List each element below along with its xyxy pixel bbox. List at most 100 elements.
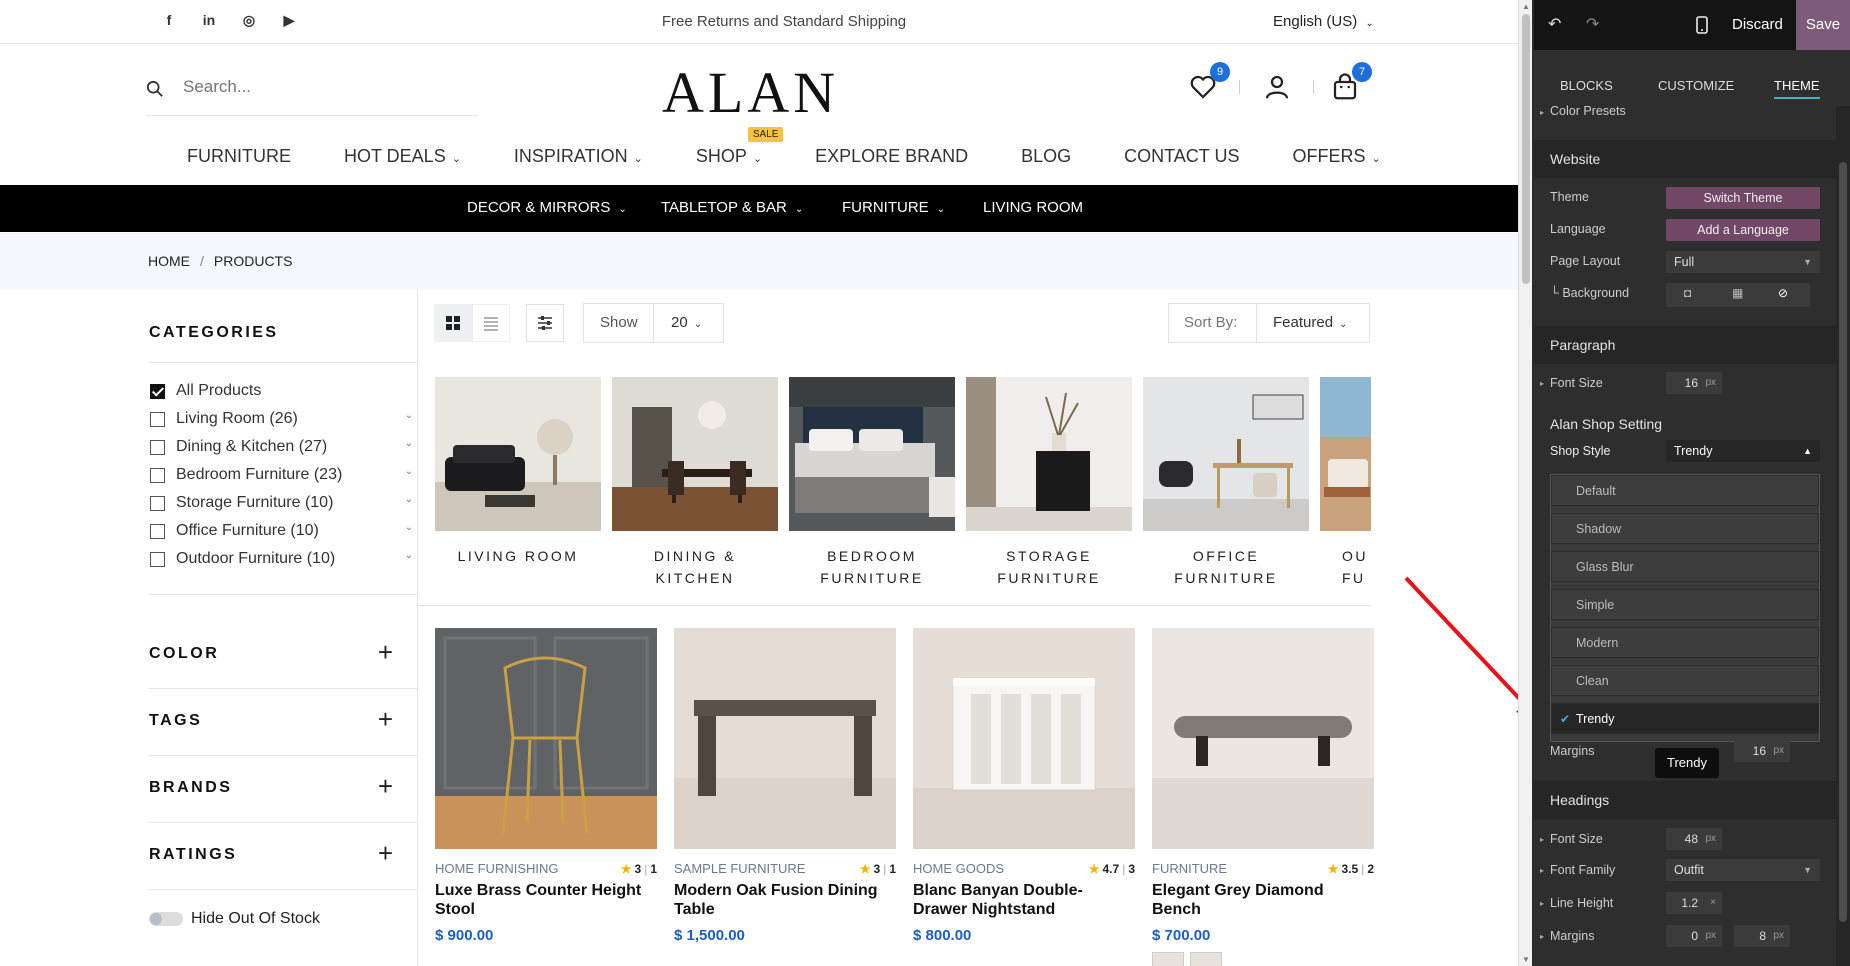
category-tile-office-furniture[interactable]: OFFICE FURNITURE bbox=[1143, 377, 1309, 589]
discard-button[interactable]: Discard bbox=[1732, 16, 1783, 33]
subnav-decor-mirrors[interactable]: DECOR & MIRRORS ⌄ bbox=[467, 199, 627, 216]
chevron-down-icon[interactable]: ⌄ bbox=[405, 494, 413, 505]
headings-margin-bottom-input[interactable]: 8 px bbox=[1734, 925, 1790, 947]
product-image[interactable] bbox=[1152, 628, 1374, 849]
option-trendy[interactable]: ✔ Trendy bbox=[1551, 703, 1819, 734]
tab-customize[interactable]: CUSTOMIZE bbox=[1658, 78, 1734, 93]
plus-icon[interactable]: + bbox=[378, 773, 393, 799]
nav-explore-brand[interactable]: EXPLORE BRAND bbox=[815, 146, 968, 176]
show-count-select[interactable]: 20 ⌄ bbox=[671, 314, 702, 331]
nav-contact-us[interactable]: CONTACT US bbox=[1124, 146, 1239, 176]
scroll-up-icon[interactable]: ▲ bbox=[1522, 2, 1530, 11]
language-selector[interactable]: English (US) ⌄ bbox=[1273, 13, 1374, 30]
option-shadow[interactable]: Shadow bbox=[1551, 513, 1819, 544]
category-dining-kitchen[interactable]: Dining & Kitchen (27) ⌄ bbox=[149, 438, 417, 460]
search-bar[interactable] bbox=[146, 72, 478, 116]
plus-icon[interactable]: + bbox=[378, 840, 393, 866]
shop-style-select[interactable]: Trendy ▲ bbox=[1666, 440, 1820, 462]
option-clean[interactable]: Clean bbox=[1551, 665, 1819, 696]
product-image[interactable] bbox=[674, 628, 896, 849]
product-card[interactable]: SAMPLE FURNITURE ★ 3 | 1 Modern Oak Fusion D… bbox=[674, 628, 896, 944]
scroll-down-icon[interactable]: ▼ bbox=[1522, 955, 1530, 964]
hide-out-of-stock-toggle[interactable] bbox=[149, 912, 183, 926]
subnav-tabletop-bar[interactable]: TABLETOP & BAR ⌄ bbox=[661, 199, 803, 216]
category-tile-storage-furniture[interactable]: STORAGE FURNITURE bbox=[966, 377, 1132, 589]
filter-settings-button[interactable] bbox=[526, 304, 564, 342]
filter-ratings[interactable]: RATINGS bbox=[149, 846, 237, 864]
font-family-select[interactable]: Outfit ▼ bbox=[1666, 859, 1820, 881]
checkbox[interactable] bbox=[150, 468, 165, 483]
product-card[interactable]: HOME GOODS ★ 4.7 | 3 Blanc Banyan Double-Dra… bbox=[913, 628, 1135, 944]
chevron-down-icon[interactable]: ⌄ bbox=[405, 550, 413, 561]
line-height-input[interactable]: 1.2 × bbox=[1666, 892, 1722, 914]
option-modern[interactable]: Modern bbox=[1551, 627, 1819, 658]
sort-select[interactable]: Featured ⌄ bbox=[1273, 314, 1347, 331]
camera-icon[interactable]: ◘ bbox=[1684, 286, 1691, 300]
nav-hot-deals[interactable]: HOT DEALS ⌄ bbox=[344, 146, 461, 176]
category-tile-dining-kitchen[interactable]: DINING & KITCHEN bbox=[612, 377, 778, 589]
filter-brands[interactable]: BRANDS bbox=[149, 779, 232, 797]
account-button[interactable] bbox=[1262, 72, 1292, 102]
product-category[interactable]: HOME FURNISHING bbox=[435, 861, 559, 876]
category-tile-living-room[interactable]: LIVING ROOM bbox=[435, 377, 601, 567]
paragraph-font-size-input[interactable]: 16 px bbox=[1666, 372, 1722, 394]
option-default[interactable]: Default bbox=[1551, 475, 1819, 506]
product-name[interactable]: Modern Oak Fusion Dining Table bbox=[674, 881, 896, 919]
product-card[interactable]: FURNITURE ★ 3.5 | 2 Elegant Grey Diamond Ben… bbox=[1152, 628, 1374, 966]
list-view-button[interactable] bbox=[472, 304, 510, 342]
category-tile-outdoor-furniture[interactable]: OU FU bbox=[1320, 377, 1371, 589]
page-scrollbar[interactable]: ▲ ▼ bbox=[1518, 0, 1532, 966]
category-outdoor-furniture[interactable]: Outdoor Furniture (10) ⌄ bbox=[149, 550, 417, 572]
category-living-room[interactable]: Living Room (26) ⌄ bbox=[149, 410, 417, 432]
cart-button[interactable]: 7 bbox=[1330, 62, 1372, 102]
product-category[interactable]: FURNITURE bbox=[1152, 861, 1227, 876]
nav-furniture[interactable]: FURNITURE bbox=[187, 146, 291, 176]
subnav-living-room[interactable]: LIVING ROOM bbox=[983, 199, 1083, 216]
grid-view-button[interactable] bbox=[434, 304, 472, 342]
grid-icon[interactable]: ▦ bbox=[1732, 286, 1743, 300]
checkbox-checked[interactable] bbox=[150, 384, 165, 399]
checkbox[interactable] bbox=[150, 440, 165, 455]
add-language-button[interactable]: Add a Language bbox=[1666, 219, 1820, 241]
product-category[interactable]: HOME GOODS bbox=[913, 861, 1004, 876]
nav-blog[interactable]: BLOG bbox=[1021, 146, 1071, 176]
chevron-down-icon[interactable]: ⌄ bbox=[405, 410, 413, 421]
category-all-products[interactable]: All Products bbox=[149, 382, 417, 404]
variant-swatch[interactable] bbox=[1152, 952, 1184, 966]
nav-shop[interactable]: SALE SHOP ⌄ bbox=[696, 127, 784, 176]
save-button[interactable]: Save bbox=[1796, 0, 1850, 50]
plus-icon[interactable]: + bbox=[378, 706, 393, 732]
wishlist-button[interactable]: 9 bbox=[1188, 62, 1230, 102]
scrollbar-thumb[interactable] bbox=[1522, 14, 1530, 284]
headings-font-size-input[interactable]: 48 px bbox=[1666, 828, 1722, 850]
plus-icon[interactable]: + bbox=[378, 639, 393, 665]
variant-swatch[interactable] bbox=[1190, 952, 1222, 966]
product-image[interactable] bbox=[435, 628, 657, 849]
category-office-furniture[interactable]: Office Furniture (10) ⌄ bbox=[149, 522, 417, 544]
chevron-down-icon[interactable]: ⌄ bbox=[405, 466, 413, 477]
switch-theme-button[interactable]: Switch Theme bbox=[1666, 187, 1820, 209]
product-card[interactable]: HOME FURNISHING ★ 3 | 1 Luxe Brass Counter H… bbox=[435, 628, 657, 944]
chevron-down-icon[interactable]: ⌄ bbox=[405, 438, 413, 449]
category-bedroom-furniture[interactable]: Bedroom Furniture (23) ⌄ bbox=[149, 466, 417, 488]
nav-offers[interactable]: OFFERS ⌄ bbox=[1292, 146, 1380, 176]
checkbox[interactable] bbox=[150, 412, 165, 427]
checkbox[interactable] bbox=[150, 552, 165, 567]
option-simple[interactable]: Simple bbox=[1551, 589, 1819, 620]
margin-right-input[interactable]: 16 px bbox=[1734, 740, 1790, 762]
site-logo[interactable]: ALAN bbox=[662, 59, 839, 126]
mobile-preview-icon[interactable] bbox=[1696, 16, 1708, 34]
chevron-down-icon[interactable]: ⌄ bbox=[405, 522, 413, 533]
product-name[interactable]: Blanc Banyan Double-Drawer Nightstand bbox=[913, 881, 1135, 919]
product-name[interactable]: Luxe Brass Counter Height Stool bbox=[435, 881, 657, 919]
checkbox[interactable] bbox=[150, 524, 165, 539]
redo-icon[interactable]: ↷ bbox=[1586, 14, 1599, 34]
none-icon[interactable]: ⊘ bbox=[1778, 286, 1788, 300]
headings-margin-top-input[interactable]: 0 px bbox=[1666, 925, 1722, 947]
color-presets-label[interactable]: Color Presets bbox=[1550, 104, 1626, 118]
product-name[interactable]: Elegant Grey Diamond Bench bbox=[1152, 881, 1374, 919]
page-layout-select[interactable]: Full ▼ bbox=[1666, 251, 1820, 273]
tab-blocks[interactable]: BLOCKS bbox=[1560, 78, 1613, 93]
category-storage-furniture[interactable]: Storage Furniture (10) ⌄ bbox=[149, 494, 417, 516]
tab-theme[interactable]: THEME bbox=[1774, 78, 1820, 99]
